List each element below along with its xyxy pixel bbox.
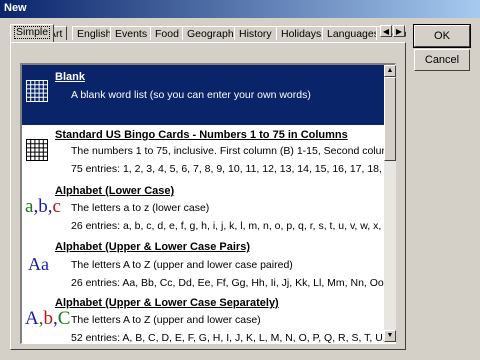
- list-item-blank[interactable]: Blank A blank word list (so you can ente…: [22, 65, 386, 125]
- grid-icon: [26, 139, 48, 161]
- tab-scroll-right-button[interactable]: ▶: [393, 25, 405, 37]
- item-description: A blank word list (so you can enter your…: [71, 89, 311, 101]
- arrow-left-icon: ◀: [382, 27, 390, 36]
- item-description: The numbers 1 to 75, inclusive. First co…: [71, 145, 386, 157]
- item-description: The letters A to Z (upper and lower case…: [71, 314, 261, 326]
- tab-simple[interactable]: Simple: [10, 24, 55, 42]
- list-item-alphabet-pairs[interactable]: Aa Alphabet (Upper & Lower Case Pairs) T…: [22, 239, 386, 295]
- template-list[interactable]: Blank A blank word list (so you can ente…: [20, 63, 396, 344]
- window-title: New: [4, 2, 27, 14]
- category-tabs: Simple Art English Events Food Geography…: [10, 24, 406, 42]
- list-item-alphabet-lower[interactable]: a,b,c Alphabet (Lower Case) The letters …: [22, 181, 386, 239]
- scroll-up-icon: ▲: [386, 67, 394, 74]
- scroll-down-button[interactable]: ▼: [384, 330, 396, 342]
- list-item-bingo[interactable]: Standard US Bingo Cards - Numbers 1 to 7…: [22, 125, 386, 181]
- scroll-down-icon: ▼: [386, 332, 394, 339]
- scrollbar-thumb[interactable]: [384, 77, 396, 161]
- list-scrollbar[interactable]: ▲ ▼: [384, 65, 396, 342]
- item-entries: 52 entries: A, B, C, D, E, F, G, H, I, J…: [71, 332, 386, 344]
- abc-lowercase-icon: a,b,c: [25, 196, 61, 217]
- title-bar[interactable]: New: [0, 0, 480, 18]
- ok-button[interactable]: OK: [413, 24, 471, 48]
- item-title: Standard US Bingo Cards - Numbers 1 to 7…: [55, 129, 348, 141]
- tab-scroll-left-button[interactable]: ◀: [380, 25, 392, 37]
- item-entries: 26 entries: a, b, c, d, e, f, g, h, i, j…: [71, 220, 386, 232]
- tab-holidays[interactable]: Holidays: [276, 26, 327, 40]
- item-entries: 75 entries: 1, 2, 3, 4, 5, 6, 7, 8, 9, 1…: [71, 163, 386, 175]
- abc-mixed-icon: A,b,C: [25, 308, 71, 329]
- item-title: Alphabet (Lower Case): [55, 185, 175, 197]
- dialog-window: New Simple Art English Events Food Geogr…: [0, 0, 480, 360]
- item-title: Blank: [55, 71, 85, 83]
- tab-languages[interactable]: Languages: [322, 26, 384, 40]
- cancel-button[interactable]: Cancel: [414, 49, 470, 71]
- grid-icon: [26, 80, 48, 102]
- item-description: The letters a to z (lower case): [71, 202, 210, 214]
- list-item-alphabet-separate[interactable]: A,b,C Alphabet (Upper & Lower Case Separ…: [22, 295, 386, 344]
- scroll-up-button[interactable]: ▲: [384, 65, 396, 77]
- aa-pairs-icon: Aa: [28, 254, 49, 274]
- tab-events[interactable]: Events: [110, 26, 153, 40]
- tab-food[interactable]: Food: [150, 26, 184, 40]
- arrow-right-icon: ▶: [395, 27, 403, 36]
- tab-history[interactable]: History: [234, 26, 277, 40]
- item-entries: 26 entries: Aa, Bb, Cc, Dd, Ee, Ff, Gg, …: [71, 277, 386, 289]
- item-title: Alphabet (Upper & Lower Case Separately): [55, 297, 279, 309]
- item-description: The letters A to Z (upper and lower case…: [71, 259, 293, 271]
- item-title: Alphabet (Upper & Lower Case Pairs): [55, 241, 250, 253]
